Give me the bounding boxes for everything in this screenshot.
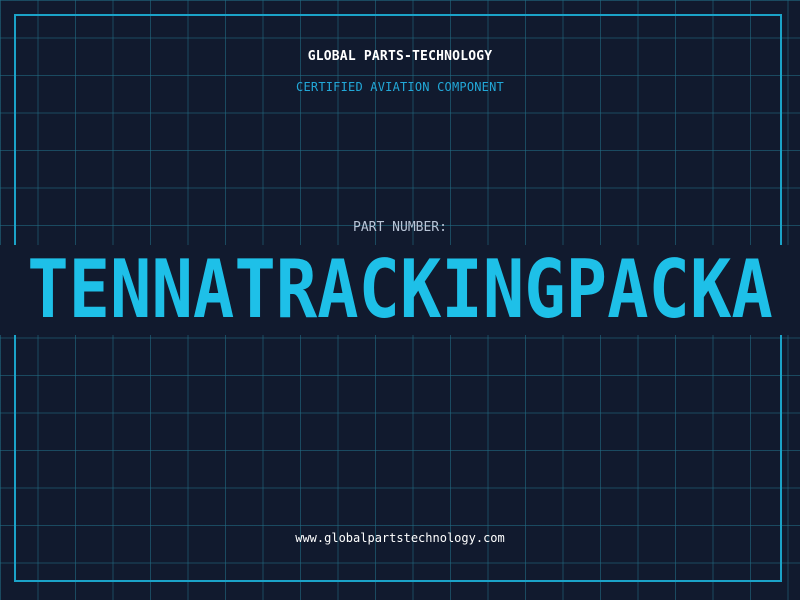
part-number-value: TENNATRACKINGPACKA bbox=[27, 245, 773, 335]
part-number-label: PART NUMBER: bbox=[353, 220, 447, 235]
website-url: www.globalpartstechnology.com bbox=[295, 531, 505, 545]
part-number-band: TENNATRACKINGPACKA bbox=[0, 245, 800, 335]
label-canvas: GLOBAL PARTS-TECHNOLOGY CERTIFIED AVIATI… bbox=[0, 0, 800, 600]
certification-tagline: CERTIFIED AVIATION COMPONENT bbox=[296, 80, 504, 94]
company-name: GLOBAL PARTS-TECHNOLOGY bbox=[307, 49, 493, 64]
